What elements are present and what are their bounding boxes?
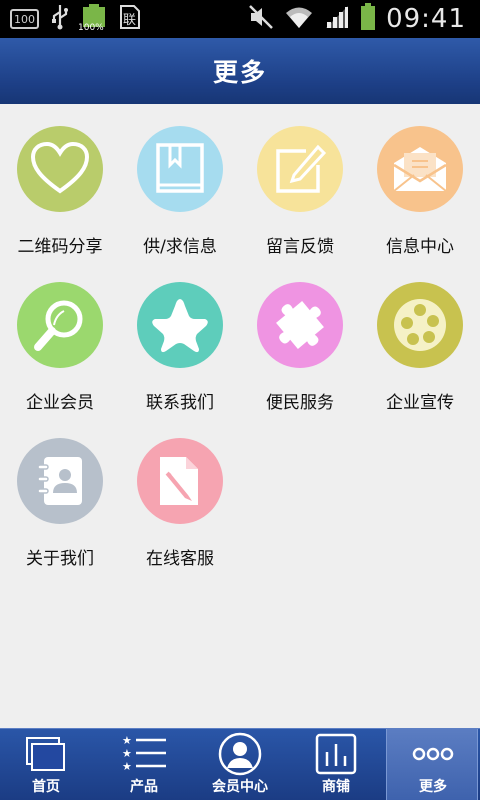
mail-icon xyxy=(377,126,463,212)
grid-item-services[interactable]: 便民服务 xyxy=(240,260,360,416)
grid-item-info-center[interactable]: 信息中心 xyxy=(360,104,480,260)
grid-item-online-service[interactable]: 在线客服 xyxy=(120,416,240,572)
grid-item-promotion[interactable]: 企业宣传 xyxy=(360,260,480,416)
more-icon xyxy=(387,731,479,777)
grid-item-feedback[interactable]: 留言反馈 xyxy=(240,104,360,260)
grid-item-enterprise-member[interactable]: 企业会员 xyxy=(0,260,120,416)
heart-icon xyxy=(17,126,103,212)
svg-text:★: ★ xyxy=(122,760,132,773)
clock: 09:41 xyxy=(386,4,466,34)
grid-item-label: 信息中心 xyxy=(386,237,454,257)
grid-item-label: 留言反馈 xyxy=(266,237,334,257)
svg-text:★: ★ xyxy=(122,747,132,760)
grid-item-label: 供/求信息 xyxy=(143,237,217,257)
signal-icon xyxy=(324,4,350,34)
grid-item-label: 联系我们 xyxy=(146,393,214,413)
tab-label: 商铺 xyxy=(322,779,350,795)
tab-products[interactable]: ★ ★ ★ 产品 xyxy=(98,729,190,800)
tab-label: 更多 xyxy=(419,779,447,795)
grid-item-label: 企业宣传 xyxy=(386,393,454,413)
home-icon xyxy=(0,731,92,777)
status-bar: 100 100% 联 09:41 xyxy=(0,0,480,38)
grid-item-label: 关于我们 xyxy=(26,549,94,569)
sim-card-icon: 联 xyxy=(119,4,141,34)
star-icon xyxy=(137,282,223,368)
svg-text:联: 联 xyxy=(123,13,136,28)
grid-item-label: 便民服务 xyxy=(266,393,334,413)
app-header: 更多 xyxy=(0,38,480,104)
grid-item-contact-us[interactable]: 联系我们 xyxy=(120,260,240,416)
tab-label: 会员中心 xyxy=(212,779,268,795)
grid-item-qr-share[interactable]: 二维码分享 xyxy=(0,104,120,260)
tab-label: 产品 xyxy=(130,779,158,795)
tab-home[interactable]: 首页 xyxy=(0,729,92,800)
book-icon xyxy=(137,126,223,212)
tab-more[interactable]: 更多 xyxy=(386,729,478,800)
battery-icon xyxy=(360,3,376,35)
contact-book-icon xyxy=(17,438,103,524)
grid-item-about-us[interactable]: 关于我们 xyxy=(0,416,120,572)
grid-item-label: 在线客服 xyxy=(146,549,214,569)
wifi-icon xyxy=(284,4,314,34)
search-icon xyxy=(17,282,103,368)
film-reel-icon xyxy=(377,282,463,368)
document-pen-icon xyxy=(137,438,223,524)
list-icon: ★ ★ ★ xyxy=(98,731,190,777)
note-edit-icon xyxy=(257,126,343,212)
page-title: 更多 xyxy=(212,58,267,87)
grid-item-label: 二维码分享 xyxy=(17,237,103,257)
svg-text:★: ★ xyxy=(122,734,132,747)
grid-item-label: 企业会员 xyxy=(26,393,94,413)
mute-icon xyxy=(248,4,274,34)
battery-saver-icon: 100 xyxy=(10,9,39,29)
puzzle-icon xyxy=(257,282,343,368)
battery-full-icon: 100% xyxy=(78,4,107,34)
grid-item-supply-demand[interactable]: 供/求信息 xyxy=(120,104,240,260)
chart-icon xyxy=(290,731,382,777)
tab-member-center[interactable]: 会员中心 xyxy=(194,729,286,800)
tab-shop[interactable]: 商铺 xyxy=(290,729,382,800)
tab-label: 首页 xyxy=(32,779,60,795)
user-icon xyxy=(194,731,286,777)
bottom-tab-bar: 首页 ★ ★ ★ 产品 会员中心 商铺 更多 xyxy=(0,728,480,800)
usb-icon xyxy=(51,4,69,34)
